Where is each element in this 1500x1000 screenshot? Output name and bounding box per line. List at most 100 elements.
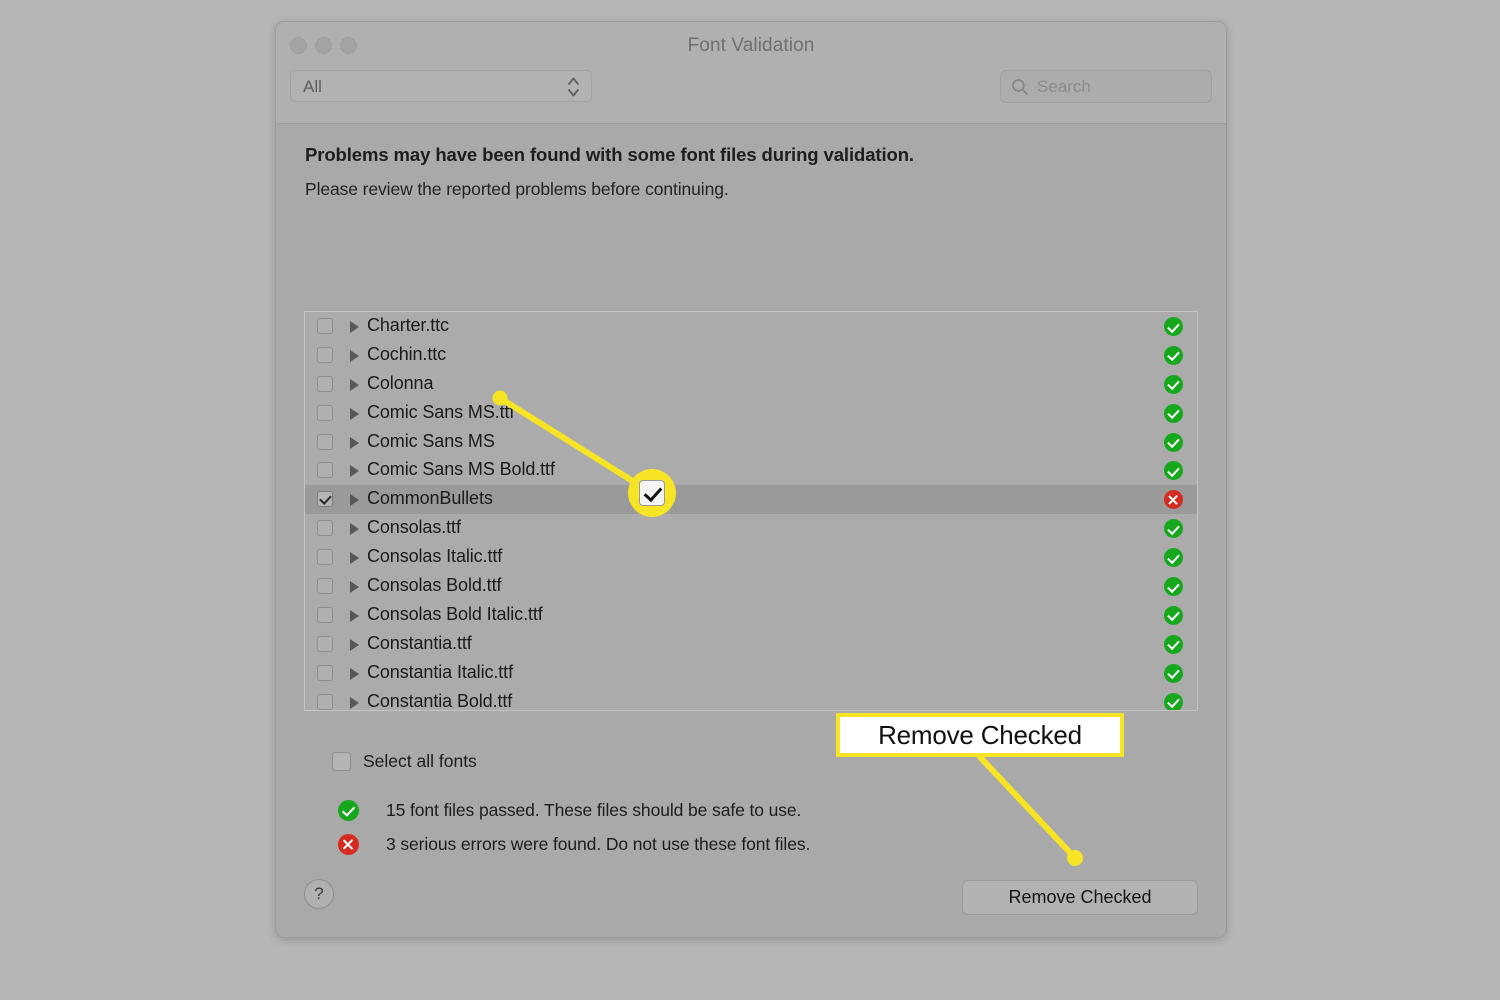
font-row-checkbox[interactable] <box>317 491 333 508</box>
font-row-checkbox[interactable] <box>317 664 333 681</box>
status-error-icon <box>338 833 359 855</box>
table-row[interactable]: Consolas Bold Italic.ttf <box>305 601 1197 630</box>
status-badge <box>1164 374 1183 394</box>
font-row-checkbox[interactable] <box>317 606 333 623</box>
font-row-checkbox[interactable] <box>317 375 333 392</box>
table-row[interactable]: Comic Sans MS Bold.ttf <box>305 456 1197 485</box>
table-row[interactable]: Comic Sans MS <box>305 428 1197 457</box>
summary-text: 3 serious errors were found. Do not use … <box>386 833 811 854</box>
font-filter-select[interactable]: All <box>290 70 592 102</box>
validation-subheadline: Please review the reported problems befo… <box>305 179 729 199</box>
status-badge <box>1164 403 1183 423</box>
font-file-name: Comic Sans MS <box>367 430 495 451</box>
status-ok-icon <box>1164 403 1183 423</box>
status-badge <box>1164 577 1183 597</box>
status-badge <box>1164 605 1183 625</box>
disclosure-triangle-icon[interactable] <box>350 638 359 651</box>
table-row[interactable]: Consolas Italic.ttf <box>305 543 1197 572</box>
font-list[interactable]: Charter.ttc Cochin.ttc Colonna Comic Sans M… <box>304 311 1198 711</box>
font-row-checkbox[interactable] <box>317 693 333 710</box>
disclosure-triangle-icon[interactable] <box>350 552 359 565</box>
window-body: Problems may have been found with some f… <box>276 124 1226 937</box>
help-button[interactable]: ? <box>304 879 334 909</box>
font-row-checkbox[interactable] <box>317 578 333 595</box>
font-file-name: Comic Sans MS.ttf <box>367 401 515 422</box>
table-row[interactable]: Colonna <box>305 370 1197 399</box>
disclosure-triangle-icon[interactable] <box>350 609 359 622</box>
table-row[interactable]: Charter.ttc <box>305 312 1197 341</box>
status-badge <box>338 833 359 855</box>
remove-checked-callout-label: Remove Checked <box>836 713 1124 757</box>
disclosure-triangle-icon[interactable] <box>350 696 359 709</box>
status-badge <box>1164 345 1183 365</box>
font-file-name: Constantia Italic.ttf <box>367 661 513 682</box>
status-badge <box>1164 692 1183 710</box>
disclosure-triangle-icon[interactable] <box>350 407 359 420</box>
font-validation-window: Font Validation All Search Problems may … <box>275 21 1227 938</box>
disclosure-triangle-icon[interactable] <box>350 667 359 680</box>
table-row[interactable]: Comic Sans MS.ttf <box>305 399 1197 428</box>
font-row-checkbox[interactable] <box>317 635 333 652</box>
search-icon <box>1011 78 1029 101</box>
status-badge <box>1164 432 1183 452</box>
status-badge <box>338 799 359 821</box>
disclosure-triangle-icon[interactable] <box>350 321 359 333</box>
font-file-name: CommonBullets <box>367 488 493 509</box>
disclosure-triangle-icon[interactable] <box>350 378 359 391</box>
font-filter-value: All <box>303 77 322 96</box>
select-all-label: Select all fonts <box>363 751 477 771</box>
font-file-name: Charter.ttc <box>367 315 449 335</box>
font-row-checkbox[interactable] <box>317 433 333 450</box>
magnified-checkbox-callout <box>628 469 676 517</box>
table-row[interactable]: Constantia Italic.ttf <box>305 659 1197 688</box>
disclosure-triangle-icon[interactable] <box>350 436 359 449</box>
table-row[interactable]: CommonBullets <box>305 485 1197 515</box>
status-badge <box>1164 548 1183 568</box>
disclosure-triangle-icon[interactable] <box>350 465 359 478</box>
font-row-checkbox[interactable] <box>317 462 333 479</box>
screenshot-stage: Font Validation All Search Problems may … <box>0 0 1500 1000</box>
status-badge <box>1164 490 1183 510</box>
font-row-checkbox[interactable] <box>317 520 333 537</box>
font-row-checkbox[interactable] <box>317 549 333 566</box>
status-ok-icon <box>1164 692 1183 710</box>
status-ok-icon <box>1164 634 1183 654</box>
status-ok-icon <box>1164 577 1183 597</box>
table-row[interactable]: Cochin.ttc <box>305 341 1197 370</box>
status-ok-icon <box>338 799 359 821</box>
font-row-checkbox[interactable] <box>317 404 333 421</box>
status-ok-icon <box>1164 317 1183 336</box>
table-row[interactable]: Constantia Bold.ttf <box>305 688 1197 710</box>
status-ok-icon <box>1164 605 1183 625</box>
table-row[interactable]: Constantia.ttf <box>305 630 1197 659</box>
font-row-checkbox[interactable] <box>317 346 333 363</box>
chevron-updown-icon <box>567 75 580 99</box>
table-row[interactable]: Consolas Bold.ttf <box>305 572 1197 601</box>
summary-text: 15 font files passed. These files should… <box>386 799 802 820</box>
disclosure-triangle-icon[interactable] <box>350 523 359 536</box>
status-ok-icon <box>1164 432 1183 452</box>
status-badge <box>1164 461 1183 481</box>
select-all-fonts-row[interactable]: Select all fonts <box>332 751 477 772</box>
font-file-name: Consolas Italic.ttf <box>367 546 503 567</box>
table-row[interactable]: Consolas.ttf <box>305 514 1197 543</box>
status-badge <box>1164 663 1183 683</box>
validation-headline: Problems may have been found with some f… <box>305 144 914 165</box>
font-file-name: Cochin.ttc <box>367 343 447 364</box>
select-all-checkbox[interactable] <box>332 752 351 771</box>
status-ok-icon <box>1164 519 1183 539</box>
disclosure-triangle-icon[interactable] <box>350 494 359 507</box>
font-file-name: Comic Sans MS Bold.ttf <box>367 459 555 480</box>
status-ok-icon <box>1164 345 1183 365</box>
font-file-name: Consolas.ttf <box>367 517 461 538</box>
status-ok-icon <box>1164 461 1183 481</box>
status-error-icon <box>1164 490 1183 510</box>
font-file-name: Constantia.ttf <box>367 632 472 653</box>
remove-checked-button[interactable]: Remove Checked <box>962 880 1198 915</box>
search-input[interactable]: Search <box>1000 70 1212 103</box>
validation-summary: 15 font files passed. These files should… <box>338 799 810 867</box>
font-row-checkbox[interactable] <box>317 318 333 334</box>
disclosure-triangle-icon[interactable] <box>350 581 359 594</box>
disclosure-triangle-icon[interactable] <box>350 349 359 362</box>
summary-row: 3 serious errors were found. Do not use … <box>338 833 810 855</box>
